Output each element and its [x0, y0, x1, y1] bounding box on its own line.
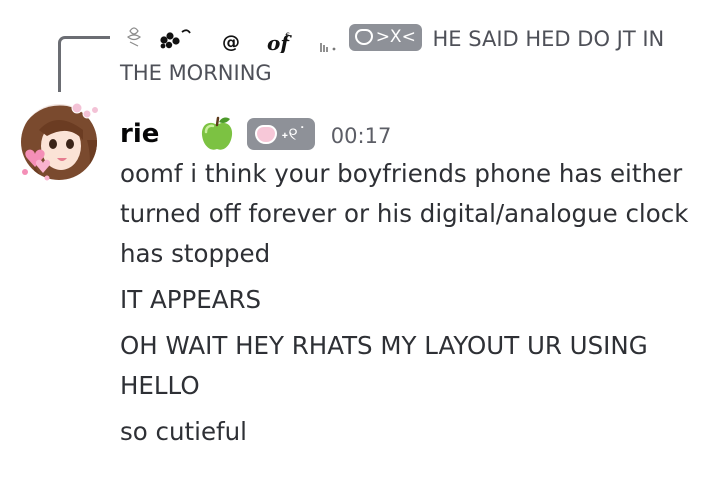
message-content[interactable]: so cutieful [120, 412, 700, 452]
heart-icon [354, 29, 373, 45]
message-header: rie ˖୧˙ 00:17 [120, 112, 391, 156]
guild-tag[interactable]: ˖୧˙ [247, 118, 315, 150]
heart-icon [255, 124, 278, 144]
reply-spine-icon [58, 36, 110, 92]
decorated-name-glyphs: @ of f [126, 27, 336, 55]
green-apple-icon[interactable] [197, 114, 237, 154]
svg-text:f: f [285, 32, 290, 43]
reply-author-tag-text: >ⵝ< [375, 27, 416, 47]
user-avatar[interactable] [17, 100, 103, 186]
svg-text:@: @ [222, 32, 240, 53]
username[interactable]: rie [120, 119, 159, 149]
reply-preview[interactable]: @ of f >ⵝ< HE SAID HED DO JT IN THE MORN… [120, 22, 700, 90]
message-content[interactable]: OH WAIT HEY RHATS MY LAYOUT UR USING HEL… [120, 326, 700, 406]
message-content[interactable]: oomf i think your boyfriends phone has e… [120, 154, 700, 274]
message-content[interactable]: IT APPEARS [120, 280, 700, 320]
message-list: oomf i think your boyfriends phone has e… [120, 154, 700, 458]
guild-tag-text: ˖୧˙ [281, 123, 307, 145]
timestamp[interactable]: 00:17 [331, 120, 392, 148]
reply-author-name[interactable]: @ of f [120, 23, 342, 55]
reply-author-tag: >ⵝ< [348, 23, 422, 51]
